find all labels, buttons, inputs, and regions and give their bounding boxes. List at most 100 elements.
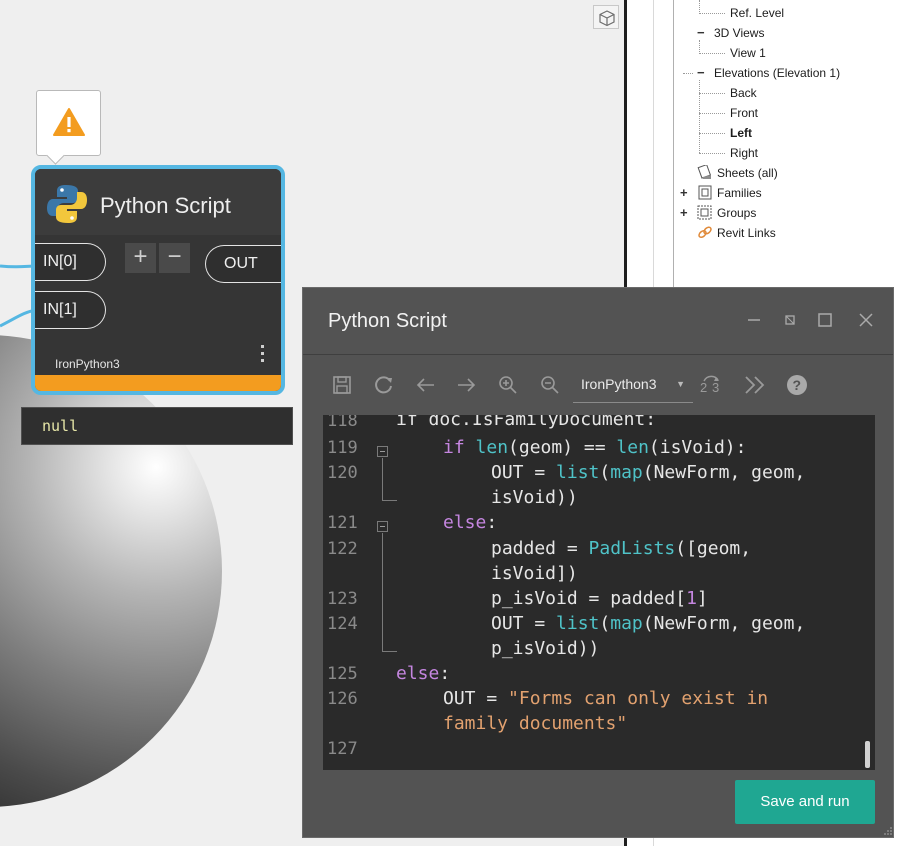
- python-logo-icon: [47, 185, 87, 223]
- fold-toggle[interactable]: [377, 521, 388, 532]
- tree-item-left[interactable]: Left: [730, 126, 752, 140]
- sphere-preview-geometry: [0, 335, 222, 807]
- tree-item-revit-links[interactable]: Revit Links: [717, 226, 776, 240]
- code-token: (geom) ==: [508, 437, 617, 458]
- expand-toggle-families[interactable]: +: [680, 185, 688, 200]
- line-number: 119: [327, 438, 358, 458]
- line-number: 122: [327, 539, 358, 559]
- code-editor[interactable]: 118 119 120 121 122 123 124 125 126 127 …: [323, 415, 875, 770]
- node-title: Python Script: [100, 193, 231, 218]
- tree-item-ref-level[interactable]: Ref. Level: [730, 6, 784, 20]
- code-token: OUT =: [491, 613, 557, 634]
- save-icon[interactable]: [331, 374, 353, 396]
- code-token: PadLists: [588, 538, 676, 559]
- code-token: OUT =: [491, 462, 557, 483]
- expand-toggle-groups[interactable]: +: [680, 205, 688, 220]
- groups-icon: [697, 205, 712, 220]
- dock-icon[interactable]: [780, 310, 800, 330]
- code-token: len: [616, 437, 649, 458]
- code-token: family documents": [443, 713, 628, 734]
- code-token: else: [396, 663, 440, 684]
- code-line-121: else:: [443, 512, 497, 533]
- code-token: ([geom,: [675, 538, 752, 559]
- collapse-toggle-3d-views[interactable]: −: [697, 25, 705, 40]
- more-chevrons-icon[interactable]: [743, 374, 767, 396]
- python-script-editor-window[interactable]: Python Script IronPython3 ▼ 2 3 ? 118 11…: [302, 287, 894, 838]
- node-context-menu-icon[interactable]: [257, 345, 267, 369]
- code-line-122-wrap: isVoid]): [491, 563, 578, 584]
- editor-titlebar[interactable]: Python Script: [303, 288, 893, 354]
- fold-guide-end: [382, 651, 397, 652]
- code-token: 1: [686, 588, 697, 609]
- line-number: 118: [327, 415, 358, 431]
- add-input-button[interactable]: +: [125, 243, 156, 273]
- tree-item-3d-views[interactable]: 3D Views: [714, 26, 764, 40]
- svg-text:3: 3: [712, 380, 719, 395]
- code-token: (NewForm, geom,: [642, 613, 806, 634]
- node-header[interactable]: Python Script: [35, 169, 281, 235]
- editor-title: Python Script: [328, 310, 447, 332]
- tree-item-view-1[interactable]: View 1: [730, 46, 766, 60]
- code-token: list: [556, 613, 600, 634]
- code-line-123: p_isVoid = padded[1]: [491, 588, 708, 609]
- tree-item-sheets[interactable]: Sheets (all): [717, 166, 778, 180]
- engine-dropdown[interactable]: IronPython3 ▼: [573, 365, 693, 403]
- fold-toggle[interactable]: [377, 446, 388, 457]
- zoom-out-icon[interactable]: [539, 374, 561, 396]
- migration-assistant-icon[interactable]: 2 3: [699, 374, 725, 396]
- line-number: 125: [327, 664, 358, 684]
- line-number: 127: [327, 739, 358, 759]
- close-icon[interactable]: [856, 310, 876, 330]
- input-port-0[interactable]: IN[0]: [35, 243, 106, 281]
- tree-item-right[interactable]: Right: [730, 146, 758, 160]
- sheets-icon: [697, 165, 712, 179]
- run-icon[interactable]: [373, 374, 395, 396]
- code-token: p_isVoid = padded[: [491, 588, 687, 609]
- tree-item-front[interactable]: Front: [730, 106, 758, 120]
- help-icon[interactable]: ?: [786, 374, 808, 396]
- line-number: 123: [327, 589, 358, 609]
- code-token: p_isVoid)): [491, 638, 600, 659]
- minimize-icon[interactable]: [744, 310, 764, 330]
- python-script-node[interactable]: Python Script IN[0] IN[1] + − OUT IronPy…: [31, 165, 285, 395]
- engine-dropdown-value: IronPython3: [581, 376, 657, 392]
- code-line-120: OUT = list(map(NewForm, geom,: [491, 462, 805, 483]
- line-number: 124: [327, 614, 358, 634]
- warning-bubble[interactable]: [36, 90, 101, 156]
- line-number: 121: [327, 513, 358, 533]
- editor-toolbar: IronPython3 ▼ 2 3 ?: [303, 355, 893, 415]
- save-and-run-button[interactable]: Save and run: [735, 780, 875, 824]
- code-token: map: [610, 613, 643, 634]
- code-token: len: [475, 437, 509, 458]
- code-token: padded =: [491, 538, 589, 559]
- code-token: :: [486, 512, 498, 533]
- redo-icon[interactable]: [455, 374, 477, 396]
- resize-grip-icon[interactable]: [883, 826, 893, 836]
- fold-guide: [382, 533, 383, 651]
- vertical-scrollbar-thumb[interactable]: [865, 741, 870, 768]
- undo-icon[interactable]: [415, 374, 437, 396]
- zoom-in-icon[interactable]: [497, 374, 519, 396]
- line-number: 120: [327, 463, 358, 483]
- code-token: else: [443, 512, 487, 533]
- tree-item-elevations[interactable]: Elevations (Elevation 1): [714, 66, 840, 80]
- families-icon: [698, 185, 712, 200]
- code-token: "Forms can only exist in: [508, 688, 769, 709]
- code-line-124-wrap: p_isVoid)): [491, 638, 599, 659]
- view-cube-icon[interactable]: [593, 5, 619, 29]
- code-token: (: [599, 462, 611, 483]
- code-line-124: OUT = list(map(NewForm, geom,: [491, 613, 805, 634]
- collapse-toggle-elevations[interactable]: −: [697, 65, 705, 80]
- tree-item-groups[interactable]: Groups: [717, 206, 756, 220]
- input-port-1[interactable]: IN[1]: [35, 291, 106, 329]
- warning-icon: [53, 108, 85, 136]
- svg-text:?: ?: [793, 377, 802, 393]
- remove-input-button[interactable]: −: [159, 243, 190, 273]
- code-line-126-wrap: family documents": [443, 713, 627, 734]
- tree-item-families[interactable]: Families: [717, 186, 762, 200]
- node-preview-value[interactable]: null: [21, 407, 293, 445]
- fold-guide-end: [382, 500, 397, 501]
- maximize-icon[interactable]: [815, 310, 835, 330]
- output-port[interactable]: OUT: [205, 245, 281, 283]
- tree-item-back[interactable]: Back: [730, 86, 757, 100]
